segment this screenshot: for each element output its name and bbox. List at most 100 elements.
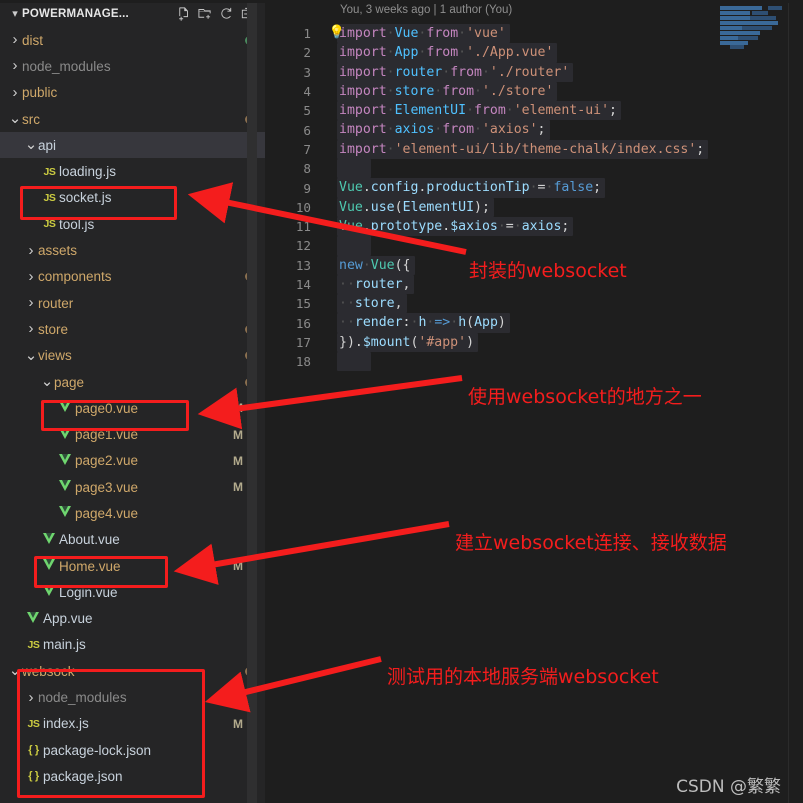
tree-row[interactable]: page2.vueM bbox=[0, 448, 265, 474]
code-line[interactable]: 3import·router·from·'./router' bbox=[265, 63, 708, 82]
tree-row[interactable]: page3.vueM bbox=[0, 474, 265, 500]
new-file-icon[interactable] bbox=[176, 6, 191, 21]
chevron-right-icon[interactable]: › bbox=[24, 244, 38, 258]
tree-row-label: socket.js bbox=[59, 190, 225, 205]
new-folder-icon[interactable] bbox=[197, 6, 213, 21]
js-file-icon: JS bbox=[24, 639, 43, 651]
chevron-right-icon[interactable]: › bbox=[8, 86, 22, 100]
code-line[interactable]: 18 bbox=[265, 352, 708, 371]
tree-row[interactable]: ›public bbox=[0, 80, 265, 106]
code-line[interactable]: 11Vue.prototype.$axios·=·axios; bbox=[265, 217, 708, 236]
tree-row[interactable]: JSindex.jsM bbox=[0, 711, 265, 737]
chevron-down-icon[interactable]: ⌄ bbox=[8, 116, 22, 122]
code-token: config bbox=[371, 180, 419, 195]
code-text: Vue.config.productionTip·=·false; bbox=[337, 178, 605, 197]
tree-row[interactable]: ›store bbox=[0, 316, 265, 342]
tree-row[interactable]: ⌄src bbox=[0, 106, 265, 132]
file-tree[interactable]: ›dist›node_modules›public⌄src⌄apiJSloadi… bbox=[0, 27, 265, 790]
vue-file-icon bbox=[56, 428, 75, 442]
tree-row-label: websock bbox=[22, 664, 225, 679]
sidebar-scrollbar[interactable] bbox=[247, 0, 257, 803]
lightbulb-quickfix-icon[interactable]: 💡 bbox=[327, 24, 347, 40]
chevron-down-icon[interactable]: ⌄ bbox=[40, 379, 54, 385]
code-text: new·Vue({ bbox=[337, 256, 415, 275]
tree-row[interactable]: ⌄page bbox=[0, 369, 265, 395]
chevron-right-icon[interactable]: › bbox=[24, 296, 38, 310]
code-token: · bbox=[387, 142, 395, 157]
chevron-right-icon[interactable]: › bbox=[8, 59, 22, 73]
code-token: · bbox=[506, 103, 514, 118]
chevron-right-icon[interactable]: › bbox=[24, 322, 38, 336]
code-line[interactable]: 8 bbox=[265, 159, 708, 178]
code-lines[interactable]: 1import·Vue·from·'vue'2import·App·from·'… bbox=[265, 24, 708, 371]
code-token: App bbox=[474, 315, 498, 330]
code-line[interactable]: 12 bbox=[265, 236, 708, 255]
tree-row-label: index.js bbox=[43, 716, 225, 731]
code-line[interactable]: 6import·axios·from·'axios'; bbox=[265, 120, 708, 139]
code-line[interactable]: 4import·store·from·'./store' bbox=[265, 82, 708, 101]
tree-row[interactable]: ⌄views bbox=[0, 343, 265, 369]
tree-row[interactable]: page4.vue bbox=[0, 500, 265, 526]
tree-row[interactable]: ›node_modules bbox=[0, 684, 265, 710]
tree-row[interactable]: { }package-lock.json bbox=[0, 737, 265, 763]
tree-row[interactable]: JSmain.js bbox=[0, 632, 265, 658]
tree-row[interactable]: JSsocket.js bbox=[0, 185, 265, 211]
code-token: · bbox=[363, 258, 371, 273]
code-editor[interactable]: You, 3 weeks ago | 1 author (You) 💡 1imp… bbox=[265, 0, 803, 803]
tree-row[interactable]: ›router bbox=[0, 290, 265, 316]
code-token: · bbox=[474, 84, 482, 99]
code-token: from bbox=[442, 84, 474, 99]
tree-row[interactable]: ›components bbox=[0, 264, 265, 290]
code-line[interactable]: 14··router, bbox=[265, 275, 708, 294]
vue-file-icon bbox=[56, 454, 75, 468]
chevron-right-icon[interactable]: › bbox=[8, 33, 22, 47]
code-token: from bbox=[426, 45, 458, 60]
tree-row[interactable]: ⌄api bbox=[0, 132, 265, 158]
chevron-down-icon[interactable]: ⌄ bbox=[24, 142, 38, 148]
js-file-icon: JS bbox=[40, 218, 59, 230]
code-token: router bbox=[395, 65, 443, 80]
minimap[interactable] bbox=[720, 5, 782, 50]
editor-scrollbar[interactable] bbox=[788, 0, 803, 803]
code-line[interactable]: 7import·'element-ui/lib/theme-chalk/inde… bbox=[265, 140, 708, 159]
tree-row[interactable]: Login.vue bbox=[0, 579, 265, 605]
tree-row[interactable]: ⌄websock bbox=[0, 658, 265, 684]
vue-file-icon bbox=[56, 506, 75, 520]
refresh-icon[interactable] bbox=[219, 6, 234, 21]
tree-row-label: main.js bbox=[43, 637, 225, 652]
tree-row[interactable]: ›assets bbox=[0, 237, 265, 263]
code-line[interactable]: 17}).$mount('#app') bbox=[265, 333, 708, 352]
code-line[interactable]: 5import·ElementUI·from·'element-ui'; bbox=[265, 101, 708, 120]
code-line[interactable]: 16··render:·h·=>·h(App) bbox=[265, 313, 708, 332]
line-number: 3 bbox=[265, 65, 337, 80]
tree-row[interactable]: Home.vueM bbox=[0, 553, 265, 579]
tree-row[interactable]: About.vue bbox=[0, 527, 265, 553]
tree-row[interactable]: page1.vueM bbox=[0, 421, 265, 447]
code-token: ) bbox=[498, 315, 506, 330]
tree-row[interactable]: JSloading.js bbox=[0, 158, 265, 184]
chevron-right-icon[interactable]: › bbox=[24, 270, 38, 284]
code-line[interactable]: 2import·App·from·'./App.vue' bbox=[265, 43, 708, 62]
code-token: use bbox=[371, 200, 395, 215]
tree-row[interactable]: ›dist bbox=[0, 27, 265, 53]
code-token: , bbox=[395, 296, 403, 311]
tree-row[interactable]: JStool.js bbox=[0, 211, 265, 237]
line-number: 2 bbox=[265, 45, 337, 60]
vscode-window: ▾ POWERMANAGE... ›dist›node_modules›publ… bbox=[0, 0, 803, 803]
code-line[interactable]: 15··store, bbox=[265, 294, 708, 313]
chevron-right-icon[interactable]: › bbox=[24, 691, 38, 705]
chevron-down-icon[interactable]: ▾ bbox=[8, 7, 22, 20]
line-number: 10 bbox=[265, 200, 337, 215]
code-token: import bbox=[339, 122, 387, 137]
code-line[interactable]: 9Vue.config.productionTip·=·false; bbox=[265, 178, 708, 197]
chevron-down-icon[interactable]: ⌄ bbox=[8, 668, 22, 674]
chevron-down-icon[interactable]: ⌄ bbox=[24, 353, 38, 359]
code-line[interactable]: 13new·Vue({ bbox=[265, 256, 708, 275]
code-line[interactable]: 10Vue.use(ElementUI); bbox=[265, 198, 708, 217]
tree-row[interactable]: App.vue bbox=[0, 606, 265, 632]
tree-row[interactable]: page0.vueM bbox=[0, 395, 265, 421]
tree-row[interactable]: ›node_modules bbox=[0, 53, 265, 79]
tree-row[interactable]: { }package.json bbox=[0, 763, 265, 789]
tree-row-label: api bbox=[38, 138, 225, 153]
json-file-icon: { } bbox=[24, 770, 43, 782]
